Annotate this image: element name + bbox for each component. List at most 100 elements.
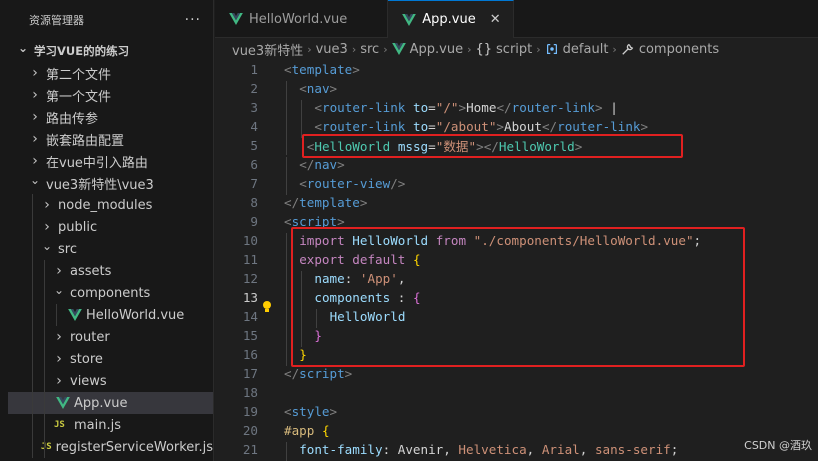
breadcrumb-item[interactable]: App.vue bbox=[391, 42, 463, 57]
code-token: router-link bbox=[321, 100, 406, 115]
code-line[interactable]: 7 <router-view/> bbox=[215, 174, 818, 195]
tree-file[interactable]: HelloWorld.vue bbox=[8, 304, 213, 326]
tree-item-label: node_modules bbox=[58, 197, 153, 213]
line-number: 14 bbox=[242, 309, 258, 324]
code-content: <router-link to="/about">About</router-l… bbox=[284, 119, 648, 138]
tree-folder[interactable]: › router bbox=[8, 326, 213, 348]
tree-item-label: HelloWorld.vue bbox=[86, 307, 185, 323]
code-content: <router-link to="/">Home</router-link> | bbox=[284, 100, 618, 119]
code-line[interactable]: 12 name: 'App', bbox=[215, 269, 818, 290]
breadcrumb-item[interactable]: components bbox=[621, 42, 719, 57]
line-number: 5 bbox=[250, 138, 258, 153]
indent-guide bbox=[32, 282, 33, 304]
tree-folder[interactable]: › public bbox=[8, 216, 213, 238]
tree-folder[interactable]: ⌄ components bbox=[8, 282, 213, 304]
explorer-title: 资源管理器 bbox=[29, 14, 84, 27]
code-line[interactable]: 17 </script> bbox=[215, 364, 818, 383]
tab-label: App.vue bbox=[422, 12, 476, 27]
editor-area: HelloWorld.vue App.vue ✕ vue3新特性 › vue3 › src ›… bbox=[215, 0, 818, 461]
breadcrumb-item[interactable]: vue3新特性 bbox=[232, 40, 303, 59]
vue-icon bbox=[68, 309, 82, 321]
tree-folder[interactable]: › store bbox=[8, 348, 213, 370]
code-line[interactable]: 9 <script> bbox=[215, 212, 818, 231]
explorer-panel: 资源管理器 ··· ⌄ 学习VUE的的练习 › 第二个文件 › 第一个文件 › 路由传参 › 嵌套… bbox=[8, 0, 214, 461]
vue-icon bbox=[391, 43, 406, 55]
code-line[interactable]: 5 <HelloWorld mssg="数据"></HelloWorld> bbox=[215, 136, 818, 155]
tree-folder[interactable]: ⌄ vue3新特性\vue3 bbox=[8, 172, 213, 194]
code-token: </ bbox=[284, 366, 300, 381]
breadcrumb-item[interactable]: src bbox=[360, 42, 379, 57]
code-line[interactable]: 14 HelloWorld bbox=[215, 307, 818, 328]
breadcrumb-item[interactable]: default bbox=[545, 42, 608, 57]
tree-folder[interactable]: › 嵌套路由配置 bbox=[8, 128, 213, 150]
code-token: Arial bbox=[541, 442, 580, 457]
code-editor[interactable]: 1 <template> 2 <nav> 3 <router-link to="/">Ho… bbox=[215, 60, 818, 461]
line-number: 11 bbox=[242, 252, 258, 267]
code-line[interactable]: 8 </template> bbox=[215, 193, 818, 212]
code-token: HelloWorld bbox=[314, 139, 391, 154]
tree-folder[interactable]: › 在vue中引入路由 bbox=[8, 150, 213, 172]
code-line[interactable]: 3 <router-link to="/">Home</router-link> … bbox=[215, 98, 818, 119]
code-token: #app bbox=[284, 423, 315, 438]
tree-folder[interactable]: › 第一个文件 bbox=[8, 84, 213, 106]
code-token: , bbox=[397, 271, 406, 286]
tree-folder[interactable]: ⌄ src bbox=[8, 238, 213, 260]
vscode-window: 资源管理器 ··· ⌄ 学习VUE的的练习 › 第二个文件 › 第一个文件 › 路由传参 › 嵌套… bbox=[0, 0, 818, 461]
code-token: script bbox=[299, 366, 345, 381]
chevron-right-icon: › bbox=[44, 197, 50, 213]
editor-tab[interactable]: HelloWorld.vue bbox=[215, 0, 389, 38]
code-token: > bbox=[574, 139, 583, 154]
chevron-down-icon: ⌄ bbox=[17, 41, 29, 55]
code-line[interactable]: 4 <router-link to="/about">About</router-… bbox=[215, 117, 818, 138]
tree-folder[interactable]: ⌄ 学习VUE的的练习 bbox=[8, 40, 213, 62]
tree-folder[interactable]: › 路由传参 bbox=[8, 106, 213, 128]
indent-guide bbox=[32, 238, 33, 260]
code-token: > bbox=[496, 119, 505, 134]
close-icon[interactable]: ✕ bbox=[490, 12, 501, 27]
braces-icon: {} bbox=[475, 41, 493, 57]
vue-icon bbox=[56, 397, 70, 409]
tree-folder[interactable]: › node_modules bbox=[8, 194, 213, 216]
indent-guide bbox=[286, 442, 287, 461]
code-line[interactable]: 2 <nav> bbox=[215, 79, 818, 100]
chevron-right-icon: › bbox=[383, 42, 388, 56]
breadcrumb: vue3新特性 › vue3 › src › App.vue ›{} script › defaul… bbox=[215, 38, 818, 60]
tree-folder[interactable]: › 第二个文件 bbox=[8, 62, 213, 84]
breadcrumb-item[interactable]: {} script bbox=[475, 42, 532, 57]
code-line[interactable]: 16} bbox=[215, 345, 818, 366]
tree-folder[interactable]: › views bbox=[8, 370, 213, 392]
editor-tab[interactable]: App.vue ✕ bbox=[388, 0, 514, 38]
code-line[interactable]: 13 components : { bbox=[215, 288, 818, 312]
code-line[interactable]: 21 font-family: Avenir, Helvetica, Arial,… bbox=[215, 440, 818, 461]
code-line[interactable]: 19 <style> bbox=[215, 402, 818, 421]
code-line[interactable]: 18 bbox=[215, 383, 818, 402]
code-token: { bbox=[412, 290, 421, 305]
tree-item-label: 学习VUE的的练习 bbox=[34, 44, 130, 58]
line-number: 6 bbox=[250, 157, 258, 172]
code-token: > bbox=[458, 100, 467, 115]
chevron-right-icon: › bbox=[32, 87, 38, 103]
code-line[interactable]: 20 #app { bbox=[215, 421, 818, 440]
code-line[interactable]: 1 <template> bbox=[215, 60, 818, 79]
tree-folder[interactable]: › assets bbox=[8, 260, 213, 282]
code-line[interactable]: 15} bbox=[215, 326, 818, 347]
activity-bar bbox=[0, 0, 8, 461]
more-actions-icon[interactable]: ··· bbox=[185, 12, 201, 28]
code-content: export default { bbox=[284, 252, 421, 271]
breadcrumb-item[interactable]: vue3 bbox=[316, 42, 348, 57]
code-line[interactable]: 10 import HelloWorld from "./components/H… bbox=[215, 231, 818, 252]
tree-item-label: 在vue中引入路由 bbox=[46, 155, 148, 171]
line-number: 18 bbox=[242, 385, 258, 400]
tree-file[interactable]: JS registerServiceWorker.js bbox=[8, 436, 213, 458]
code-token: export bbox=[299, 252, 345, 267]
code-line[interactable]: 11 export default { bbox=[215, 250, 818, 271]
code-token: } bbox=[299, 347, 307, 362]
code-line[interactable]: 6 </nav> bbox=[215, 155, 818, 176]
breadcrumb-label: components bbox=[638, 41, 720, 57]
tree-file[interactable]: JS main.js bbox=[8, 414, 213, 436]
chevron-down-icon: ⌄ bbox=[41, 239, 53, 253]
tree-file[interactable]: App.vue bbox=[8, 392, 213, 414]
code-token: "/about" bbox=[435, 119, 497, 134]
line-number: 8 bbox=[250, 195, 258, 210]
